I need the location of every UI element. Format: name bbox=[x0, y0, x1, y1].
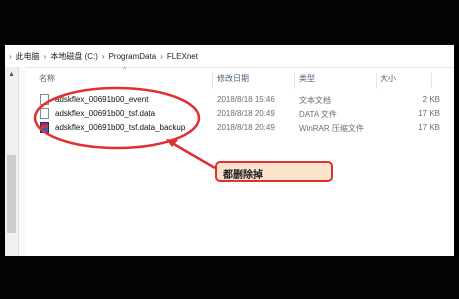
annotation-overlay bbox=[33, 86, 216, 170]
video-frame: › 此电脑 › 本地磁盘 (C:) › ProgramData › FLEXne… bbox=[0, 0, 459, 299]
annotation-arrow bbox=[171, 141, 216, 170]
letterbox-bottom bbox=[0, 256, 459, 299]
annotation-label: 都删除掉 bbox=[223, 170, 263, 181]
annotation-callout: 都删除掉 bbox=[215, 161, 333, 182]
highlight-ellipse bbox=[33, 86, 201, 150]
